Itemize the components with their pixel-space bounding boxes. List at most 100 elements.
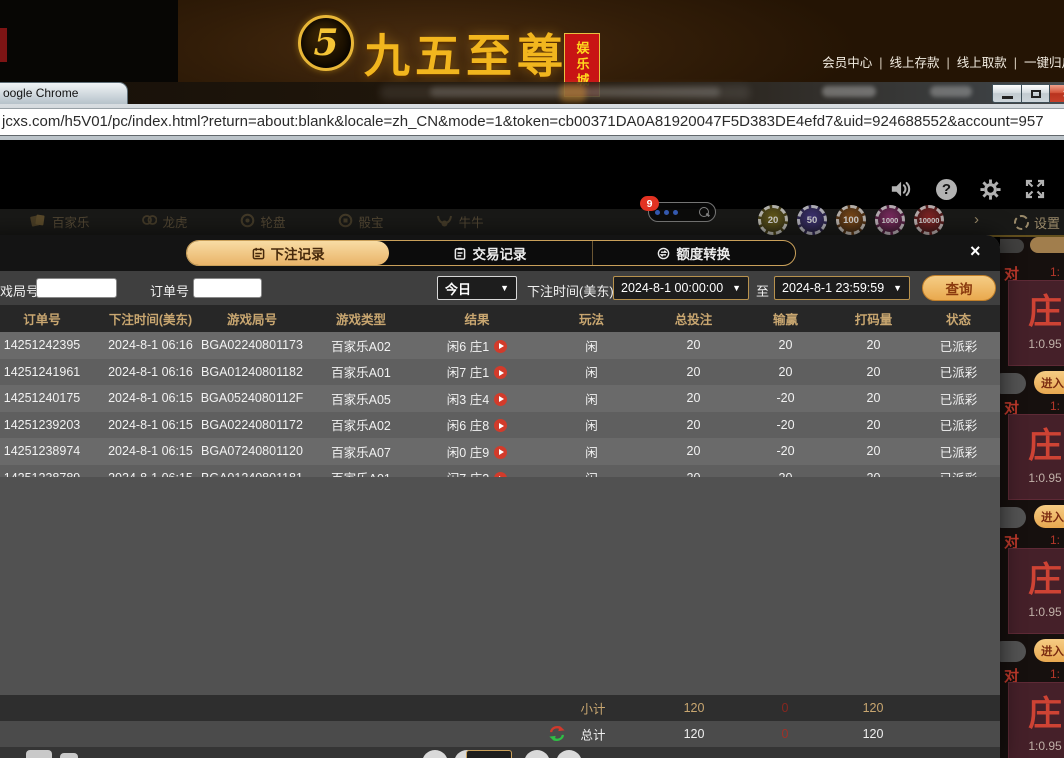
lobby-nav-item[interactable]: 轮盘 — [240, 212, 286, 231]
header-link[interactable]: 一键归户 — [1024, 56, 1064, 70]
minimize-button[interactable] — [992, 84, 1021, 103]
banker-bet-area[interactable]: 庄1:0.95 — [1008, 280, 1064, 366]
modal-tab[interactable]: 额度转换 — [592, 241, 795, 265]
chevron-down-icon: ▼ — [732, 283, 741, 293]
result-text: 闲3 庄4 — [447, 393, 489, 407]
records-table: 订单号下注时间(美东)游戏局号游戏类型结果玩法总投注输赢打码量状态 142512… — [0, 305, 1000, 491]
blur-artifact — [822, 86, 876, 97]
banker-bet-area[interactable]: 庄1:0.95 — [1008, 548, 1064, 634]
search-button[interactable]: 查询 — [922, 275, 996, 301]
replay-icon[interactable] — [494, 419, 507, 432]
bet-chip[interactable]: 100 — [836, 205, 866, 235]
game-card[interactable]: 对1:庄1:0.95进入游 — [1000, 531, 1064, 663]
column-header: 总投注 — [646, 305, 741, 332]
game-card[interactable]: 对1:庄1:0.95进入游 — [1000, 665, 1064, 758]
chip-value: 100 — [843, 215, 859, 226]
date-from-select[interactable]: 2024-8-1 00:00:00 ▼ — [613, 276, 749, 300]
cell: 20 — [646, 385, 741, 412]
secondary-button-fragment[interactable] — [1000, 373, 1026, 394]
to-label: 至 — [756, 281, 769, 300]
date-range-select[interactable]: 今日 ▼ — [437, 276, 517, 300]
order-number-label: 订单号 — [150, 281, 189, 300]
gear-icon[interactable] — [979, 178, 1002, 201]
lobby-nav-item[interactable]: 骰宝 — [338, 212, 384, 231]
replay-icon[interactable] — [494, 393, 507, 406]
banker-label: 庄 — [1028, 697, 1062, 731]
cell: 20 — [830, 332, 917, 359]
chips-more-arrow[interactable]: › — [974, 211, 979, 228]
subtotal-label: 小计 — [580, 699, 605, 718]
separator: | — [1014, 56, 1017, 70]
secondary-button-fragment[interactable] — [1000, 641, 1026, 662]
settings-button[interactable]: 设置 — [1014, 213, 1060, 232]
chip-value: 50 — [807, 215, 818, 226]
table-row: 142512419612024-8-1 06:16BGA01240801182百… — [0, 359, 1000, 386]
game-card[interactable]: 对1:庄1:0.95进入游 — [1000, 263, 1064, 395]
maximize-icon — [1031, 90, 1041, 98]
cell: BGA07240801120 — [199, 438, 305, 465]
address-bar[interactable]: jcxs.com/h5V01/pc/index.html?return=abou… — [0, 108, 1064, 136]
bet-chip[interactable]: 10000 — [914, 205, 944, 235]
replay-icon[interactable] — [494, 366, 507, 379]
cell: 14251240175 — [0, 385, 102, 412]
date-to-select[interactable]: 2024-8-1 23:59:59 ▼ — [774, 276, 910, 300]
pagination-button[interactable] — [556, 750, 582, 758]
pagination-button[interactable] — [524, 750, 550, 758]
column-header: 打码量 — [830, 305, 917, 332]
replay-icon[interactable] — [494, 446, 507, 459]
replay-icon[interactable] — [494, 340, 507, 353]
enter-game-button[interactable]: 进入游 — [1034, 371, 1064, 394]
help-icon[interactable]: ? — [936, 179, 957, 200]
bet-chips-row: 20 50 100 1000 10000 — [758, 205, 944, 235]
subtotal-rolling: 120 — [863, 701, 884, 715]
total-row: 总计 120 0 120 — [0, 721, 1000, 747]
fullscreen-icon[interactable] — [1024, 178, 1046, 200]
maximize-button[interactable] — [1021, 84, 1050, 103]
modal-tab[interactable]: 下注记录 — [187, 241, 389, 265]
volume-icon[interactable] — [890, 178, 914, 200]
modal-tab[interactable]: 交易记录 — [389, 241, 591, 265]
lobby-nav-item[interactable]: 百家乐 — [30, 212, 90, 231]
result-text: 闲6 庄1 — [447, 340, 489, 354]
separator: | — [946, 56, 949, 70]
chip-value: 10000 — [919, 216, 940, 225]
refresh-icon[interactable] — [548, 725, 566, 745]
close-modal-button[interactable]: × — [970, 242, 981, 260]
column-header: 订单号 — [0, 305, 102, 332]
pagination-button[interactable] — [422, 750, 448, 758]
bet-chip[interactable]: 20 — [758, 205, 788, 235]
subtotal-winloss: 0 — [782, 701, 789, 715]
column-header: 输赢 — [741, 305, 830, 332]
header-link[interactable]: 线上存款 — [889, 56, 939, 70]
page-number-box[interactable] — [466, 750, 512, 758]
header-link[interactable]: 会员中心 — [822, 56, 872, 70]
enter-game-button[interactable]: 进入游 — [1034, 505, 1064, 528]
browser-tab-title[interactable]: oogle Chrome — [0, 82, 128, 104]
game-round-input[interactable] — [36, 278, 117, 298]
dot — [673, 210, 678, 215]
cell: 闲3 庄4 — [417, 385, 537, 412]
nav-item-label: 百家乐 — [52, 212, 90, 231]
side-widget-fragment — [0, 28, 7, 62]
banker-bet-area[interactable]: 庄1:0.95 — [1008, 414, 1064, 500]
lobby-nav-item[interactable]: 牛牛 — [436, 212, 484, 231]
enter-game-button[interactable]: 进入游 — [1034, 639, 1064, 662]
dragon-tiger-icon — [142, 213, 157, 230]
cell: 百家乐A02 — [305, 412, 417, 439]
table-empty-area — [0, 477, 1000, 695]
bet-chip[interactable]: 1000 — [875, 205, 905, 235]
cell: 2024-8-1 06:15 — [102, 385, 199, 412]
game-lobby-panel: 对1:庄1:0.95进入游对1:庄1:0.95进入游对1:庄1:0.95进入游对… — [1000, 237, 1064, 758]
close-window-button[interactable]: × — [1050, 84, 1064, 103]
secondary-button-fragment[interactable] — [1000, 507, 1026, 528]
banker-bet-area[interactable]: 庄1:0.95 — [1008, 682, 1064, 758]
game-card[interactable]: 对1:庄1:0.95进入游 — [1000, 397, 1064, 529]
cell: BGA01240801182 — [199, 359, 305, 386]
cell: 闲 — [537, 359, 646, 386]
cell: 百家乐A02 — [305, 332, 417, 359]
cell: 闲 — [537, 412, 646, 439]
header-link[interactable]: 线上取款 — [957, 56, 1007, 70]
lobby-nav-item[interactable]: 龙虎 — [142, 212, 188, 231]
bet-chip[interactable]: 50 — [797, 205, 827, 235]
order-number-input[interactable] — [193, 278, 262, 298]
